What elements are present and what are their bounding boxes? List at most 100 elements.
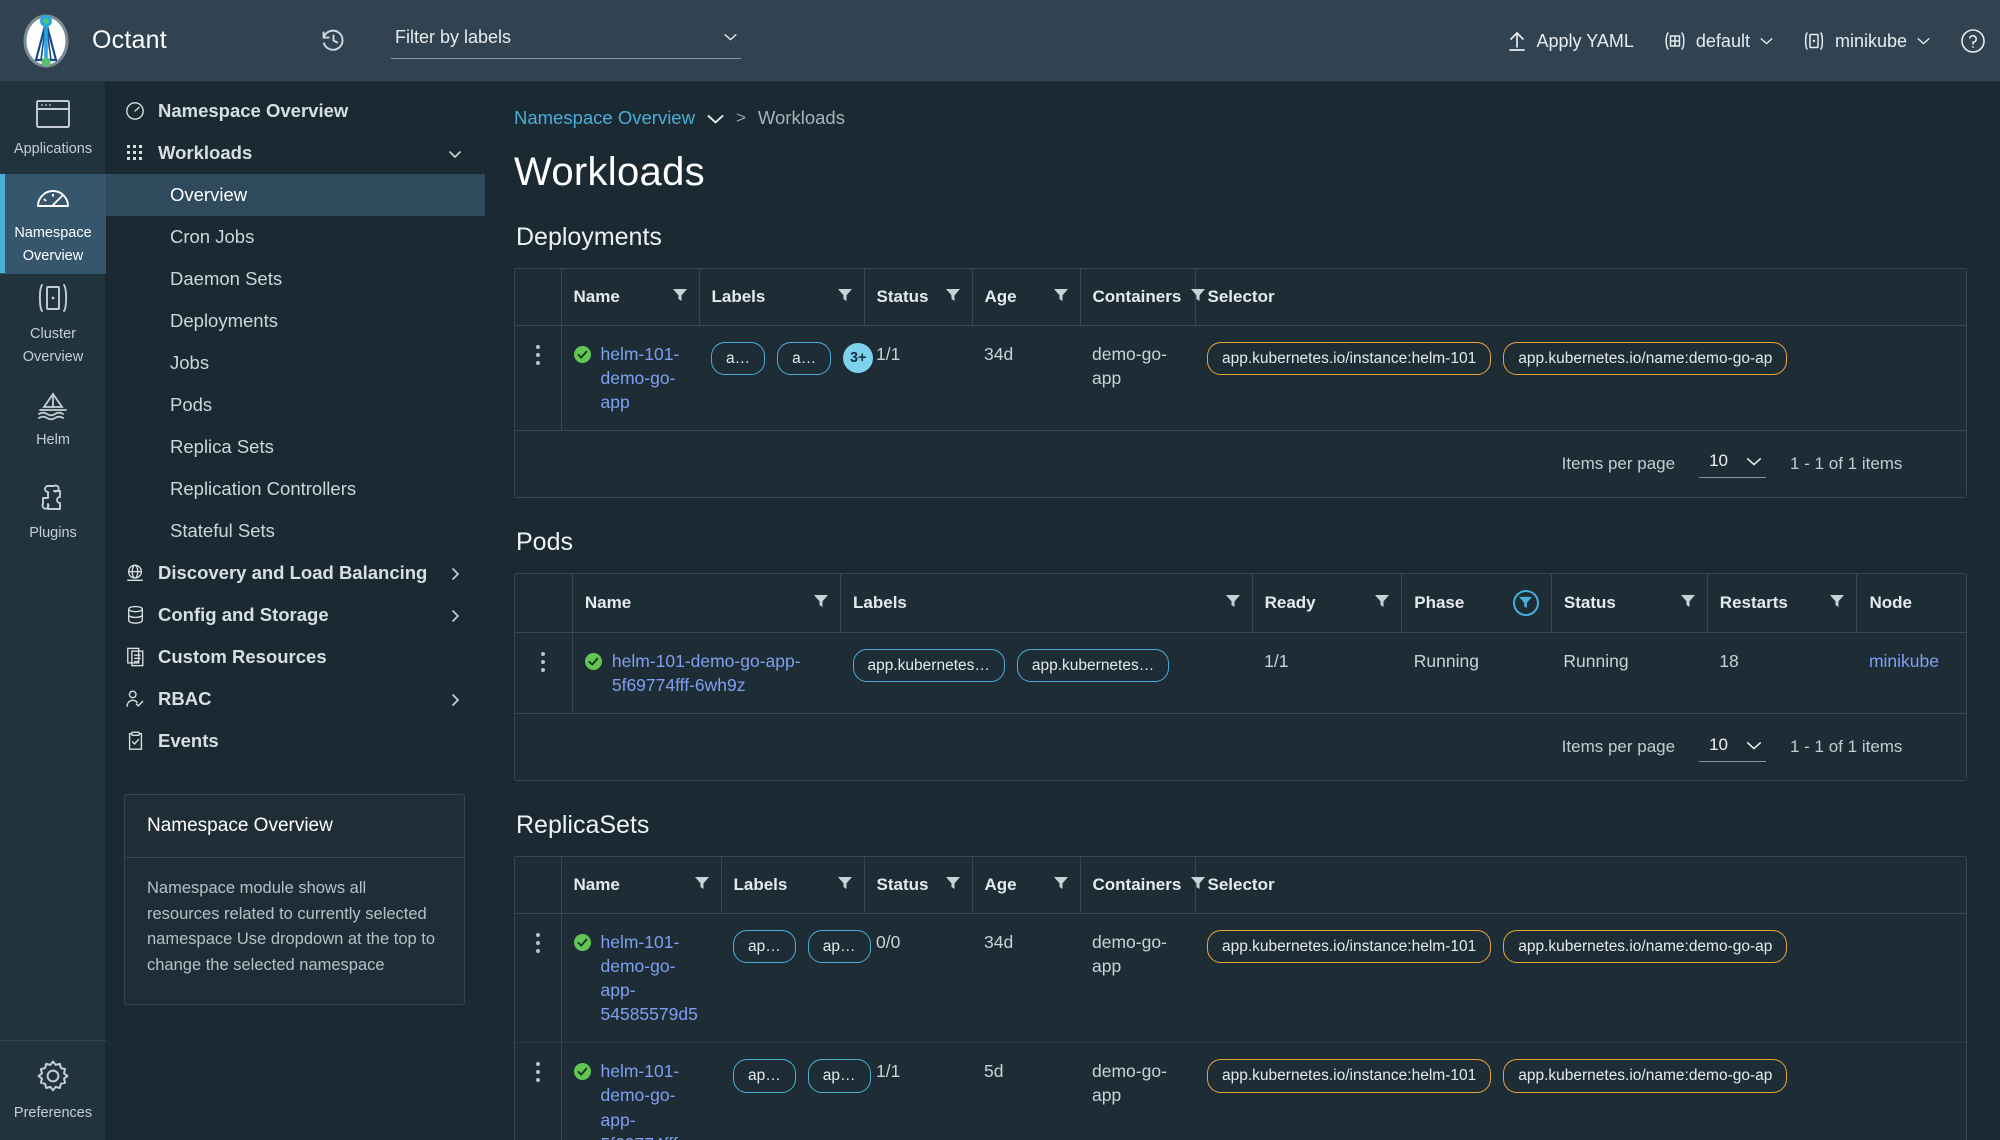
selector-chip[interactable]: app.kubernetes.io/instance:helm-101 — [1207, 1059, 1491, 1092]
rail-item-plugins[interactable]: Plugins — [0, 466, 106, 558]
filter-icon[interactable] — [1191, 875, 1205, 895]
filter-icon[interactable] — [1191, 287, 1205, 307]
label-chip[interactable]: a… — [711, 342, 765, 375]
cell-status: 1/1 — [864, 325, 972, 430]
filter-icon[interactable] — [1375, 593, 1389, 613]
nav-item-custom-resources[interactable]: Custom Resources — [106, 636, 485, 678]
filter-icon[interactable] — [946, 875, 960, 895]
nav-item-rbac[interactable]: RBAC — [106, 678, 485, 720]
rail-item-preferences[interactable]: Preferences — [0, 1040, 106, 1140]
filter-icon[interactable] — [1830, 593, 1844, 613]
nav-item-workloads[interactable]: Workloads — [106, 132, 485, 174]
chevron-down-icon[interactable] — [447, 145, 463, 161]
nav-item-overview[interactable]: Overview — [106, 174, 485, 216]
selector-chip[interactable]: app.kubernetes.io/name:demo-go-ap — [1503, 930, 1787, 963]
kebab-menu-icon[interactable] — [527, 342, 549, 365]
table-row[interactable]: helm-101-demo-go-app-54585579d5 ap… ap… … — [515, 913, 1967, 1043]
chevron-right-icon[interactable] — [447, 691, 463, 707]
filter-icon[interactable] — [838, 875, 852, 895]
node-link[interactable]: minikube — [1869, 651, 1939, 671]
chevron-right-icon[interactable] — [447, 565, 463, 581]
nav-item-pods[interactable]: Pods — [106, 384, 485, 426]
brand-name: Octant — [92, 26, 167, 55]
nav-item-config-and-storage[interactable]: Config and Storage — [106, 594, 485, 636]
filter-icon[interactable] — [1681, 593, 1695, 613]
nav-item-namespace-overview[interactable]: Namespace Overview — [106, 90, 485, 132]
breadcrumb-root[interactable]: Namespace Overview — [514, 107, 695, 129]
filter-icon[interactable] — [1226, 593, 1240, 613]
kebab-menu-icon[interactable] — [527, 930, 549, 953]
label-chip[interactable]: ap… — [808, 930, 871, 963]
nav-item-discovery-and-load-balancing[interactable]: Discovery and Load Balancing — [106, 552, 485, 594]
table-row[interactable]: helm-101-demo-go-app-5f69774fff-6wh9z ap… — [515, 632, 1967, 713]
chevron-right-icon[interactable] — [447, 607, 463, 623]
nav-item-replication-controllers[interactable]: Replication Controllers — [106, 468, 485, 510]
row-actions[interactable] — [515, 913, 561, 1043]
label-chip[interactable]: a… — [777, 342, 831, 375]
cell-name: helm-101-demo-go-app-5f69774fff-6wh9z — [572, 632, 840, 713]
kebab-menu-icon[interactable] — [527, 649, 560, 672]
cell-name: helm-101-demo-go-app-54585579d5 — [561, 913, 721, 1043]
history-icon[interactable] — [320, 27, 347, 54]
nav-item-deployments[interactable]: Deployments — [106, 300, 485, 342]
help-button[interactable] — [1960, 28, 1986, 54]
items-per-page-select[interactable]: 10 — [1699, 733, 1766, 762]
filter-icon[interactable] — [1054, 287, 1068, 307]
nav-item-stateful-sets[interactable]: Stateful Sets — [106, 510, 485, 552]
label-chip[interactable]: ap… — [733, 1059, 796, 1092]
filter-icon[interactable] — [673, 287, 687, 307]
cell-selector: app.kubernetes.io/instance:helm-101 app.… — [1195, 913, 1967, 1043]
chevron-down-icon[interactable] — [707, 107, 724, 129]
apply-yaml-button[interactable]: Apply YAML — [1507, 30, 1634, 52]
selector-chip[interactable]: app.kubernetes.io/name:demo-go-ap — [1503, 342, 1787, 375]
rail-item-applications[interactable]: Applications — [0, 82, 106, 174]
filter-icon[interactable] — [1054, 875, 1068, 895]
rail-item-helm[interactable]: Helm — [0, 374, 106, 466]
nav-item-jobs[interactable]: Jobs — [106, 342, 485, 384]
label-chip[interactable]: app.kubernetes… — [1017, 649, 1169, 682]
row-actions[interactable] — [515, 1043, 561, 1140]
gear-icon — [35, 1058, 71, 1099]
namespace-selector[interactable]: default — [1664, 31, 1773, 52]
filter-icon[interactable] — [814, 593, 828, 613]
resource-link[interactable]: helm-101-demo-go-app-5f69774fff-6wh9z — [612, 649, 829, 697]
row-actions[interactable] — [515, 632, 572, 713]
rail-item-namespace-overview[interactable]: Namespace Overview — [0, 174, 106, 274]
filter-by-labels-input[interactable]: Filter by labels — [391, 23, 741, 59]
selector-chip[interactable]: app.kubernetes.io/instance:helm-101 — [1207, 930, 1491, 963]
label-chip[interactable]: ap… — [808, 1059, 871, 1092]
resource-link[interactable]: helm-101-demo-go-app-54585579d5 — [601, 930, 710, 1027]
filter-icon[interactable] — [838, 287, 852, 307]
resource-link[interactable]: helm-101-demo-go-app — [601, 342, 688, 414]
nav-item-events[interactable]: Events — [106, 720, 485, 762]
resource-link[interactable]: helm-101-demo-go-app-5f69774fff — [601, 1059, 710, 1140]
chevron-down-icon[interactable] — [1746, 735, 1762, 755]
chevron-down-icon[interactable] — [1760, 37, 1773, 45]
per-page-value: 10 — [1709, 735, 1728, 755]
cluster-selector[interactable]: minikube — [1803, 30, 1930, 52]
selector-chip[interactable]: app.kubernetes.io/instance:helm-101 — [1207, 342, 1491, 375]
filter-icon-active[interactable] — [1513, 590, 1539, 616]
filter-icon[interactable] — [695, 875, 709, 895]
label-chip[interactable]: app.kubernetes… — [853, 649, 1005, 682]
nav-item-cron-jobs[interactable]: Cron Jobs — [106, 216, 485, 258]
rail-item-cluster-overview[interactable]: Cluster Overview — [0, 274, 106, 374]
filter-icon[interactable] — [946, 287, 960, 307]
chevron-down-icon[interactable] — [1746, 451, 1762, 471]
brand[interactable]: Octant — [0, 11, 300, 71]
label-chip[interactable]: ap… — [733, 930, 796, 963]
nav-label: Jobs — [170, 352, 463, 374]
copy-icon — [124, 646, 146, 668]
cell-containers: demo-go-app — [1080, 913, 1195, 1043]
chevron-down-icon[interactable] — [724, 28, 737, 46]
row-actions[interactable] — [515, 325, 561, 430]
nav-item-replica-sets[interactable]: Replica Sets — [106, 426, 485, 468]
chevron-down-icon[interactable] — [1917, 37, 1930, 45]
table-row[interactable]: helm-101-demo-go-app a… a… 3+ 1/1 34d — [515, 325, 1967, 430]
table-row[interactable]: helm-101-demo-go-app-5f69774fff ap… ap… … — [515, 1043, 1967, 1140]
discovery-icon — [124, 562, 146, 584]
selector-chip[interactable]: app.kubernetes.io/name:demo-go-ap — [1503, 1059, 1787, 1092]
nav-item-daemon-sets[interactable]: Daemon Sets — [106, 258, 485, 300]
items-per-page-select[interactable]: 10 — [1699, 449, 1766, 478]
kebab-menu-icon[interactable] — [527, 1059, 549, 1082]
